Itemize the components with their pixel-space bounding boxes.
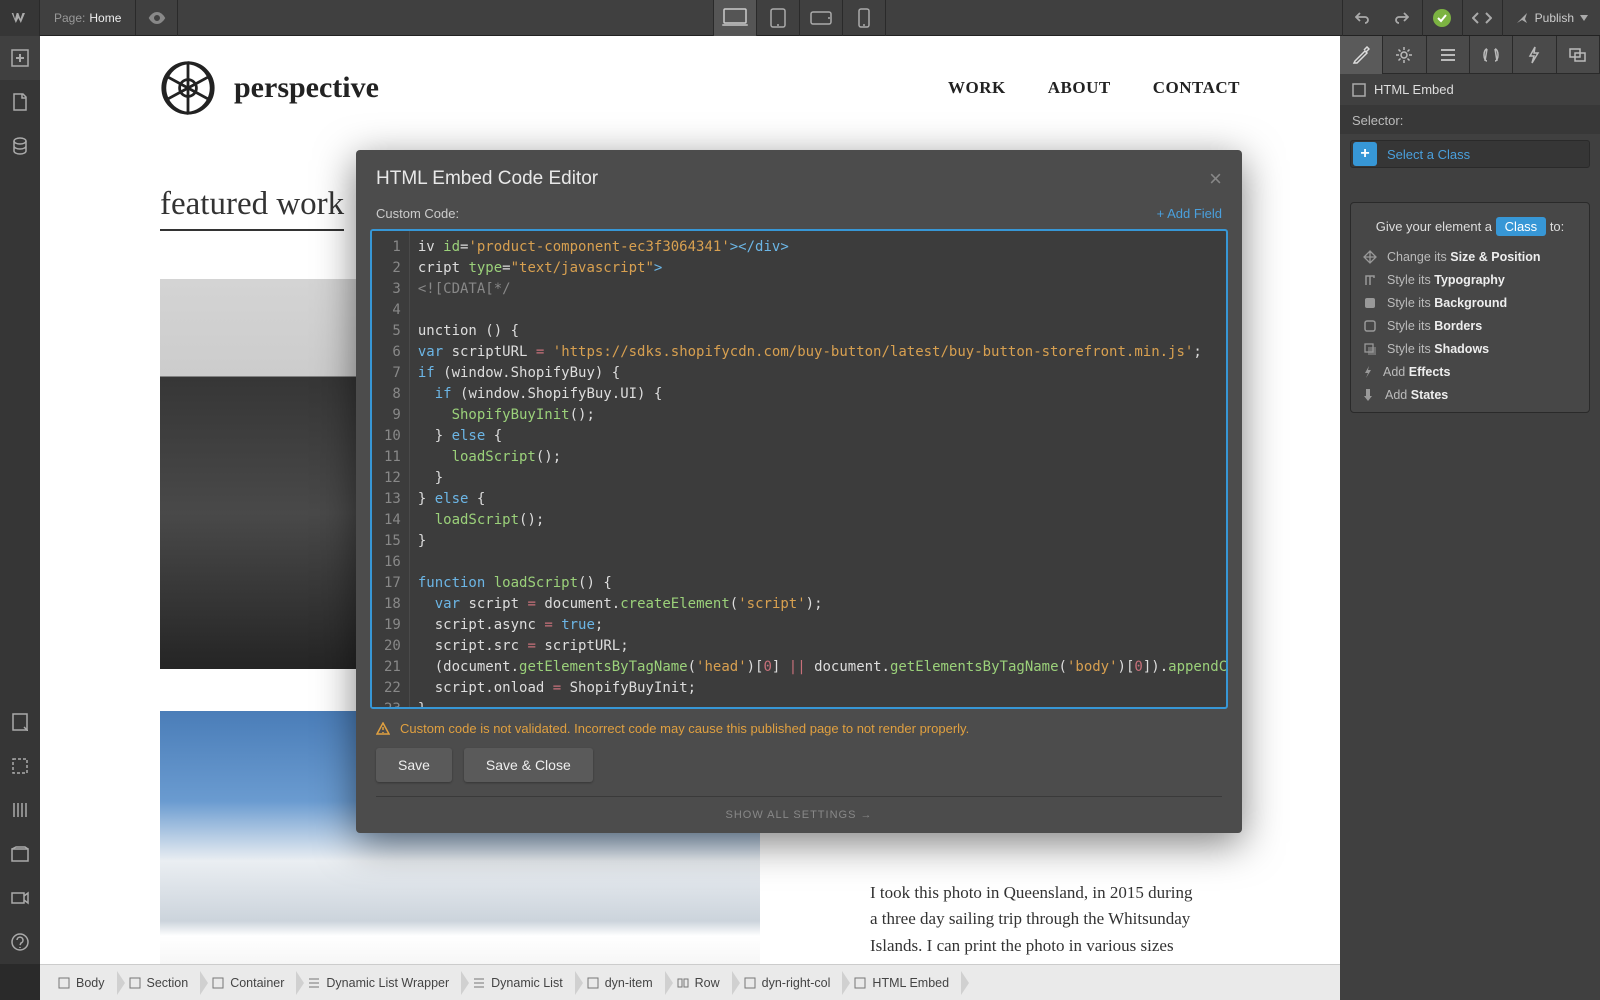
hint-states: Add States [1363,388,1577,402]
breadcrumb: Body Section Container Dynamic List Wrap… [40,964,1340,1000]
device-switcher [714,0,886,35]
select-class-placeholder: Select a Class [1387,147,1470,162]
device-desktop[interactable] [713,0,757,36]
right-panel: HTML Embed Selector: + Select a Class Gi… [1340,36,1600,1000]
bc-body[interactable]: Body [48,971,119,995]
add-element-button[interactable] [0,36,40,80]
nav-work[interactable]: WORK [948,78,1006,98]
tab-settings[interactable] [1383,36,1426,74]
bc-container[interactable]: Container [202,971,298,995]
validation-warning: Custom code is not validated. Incorrect … [356,709,1242,748]
bc-dyn-item[interactable]: dyn-item [577,971,667,995]
help-button[interactable] [0,920,40,964]
assets-button[interactable] [0,832,40,876]
selector-label: Selector: [1340,105,1600,134]
device-phone[interactable] [842,0,886,36]
nav-about[interactable]: ABOUT [1048,78,1111,98]
class-hints-card: Give your element a Class to: Change its… [1350,202,1590,413]
status-check[interactable] [1422,0,1462,36]
bc-section[interactable]: Section [119,971,203,995]
page-name: Home [89,11,121,25]
redo-button[interactable] [1382,0,1422,36]
modal-title: HTML Embed Code Editor [376,168,598,190]
top-toolbar: Page: Home Publish [0,0,1600,36]
bc-dlw[interactable]: Dynamic List Wrapper [298,971,463,995]
tab-style[interactable] [1340,36,1383,74]
line-gutter: 1234567891011121314151617181920212223 [372,231,410,709]
code-content[interactable]: iv id='product-component-ec3f3064341'></… [410,231,1226,709]
tab-styles-manager[interactable] [1470,36,1513,74]
modal-close-button[interactable]: × [1209,166,1222,192]
main-nav: WORK ABOUT CONTACT [948,78,1240,98]
topbar-left: Page: Home [0,0,178,35]
class-hints-heading: Give your element a Class to: [1363,217,1577,236]
pages-button[interactable] [0,80,40,124]
code-editor[interactable]: 1234567891011121314151617181920212223 iv… [370,229,1228,709]
site-header: perspective WORK ABOUT CONTACT [40,36,1340,136]
warning-text: Custom code is not validated. Incorrect … [400,721,969,736]
bc-drc[interactable]: dyn-right-col [734,971,845,995]
nav-contact[interactable]: CONTACT [1153,78,1240,98]
device-phone-landscape[interactable] [799,0,843,36]
tab-interactions[interactable] [1513,36,1556,74]
add-class-icon[interactable]: + [1353,142,1377,166]
custom-code-label: Custom Code: [376,206,459,221]
webflow-logo[interactable] [0,0,40,36]
hint-borders: Style its Borders [1363,319,1577,333]
code-view-button[interactable] [1462,0,1502,36]
hint-effects: Add Effects [1363,365,1577,379]
tab-assets[interactable] [1557,36,1600,74]
device-tablet[interactable] [756,0,800,36]
class-selector[interactable]: + Select a Class [1350,140,1590,168]
brand: perspective [160,60,379,116]
navigator-button[interactable] [0,700,40,744]
html-embed-modal: HTML Embed Code Editor × Custom Code: + … [356,150,1242,833]
left-toolbar [0,36,40,964]
video-button[interactable] [0,876,40,920]
hint-typography: Style its Typography [1363,273,1577,287]
hint-background: Style its Background [1363,296,1577,310]
tab-navigator[interactable] [1427,36,1470,74]
show-all-settings[interactable]: SHOW ALL SETTINGS [376,796,1222,833]
save-button[interactable]: Save [376,748,452,782]
featured-heading: featured work [160,186,344,231]
brand-logo-icon [160,60,216,116]
select-button[interactable] [0,744,40,788]
right-panel-tabs [1340,36,1600,74]
brand-name: perspective [234,71,379,105]
publish-button[interactable]: Publish [1502,0,1600,36]
preview-button[interactable] [136,0,178,36]
hint-size-position: Change its Size & Position [1363,250,1577,264]
hint-shadows: Style its Shadows [1363,342,1577,356]
publish-label: Publish [1535,11,1574,25]
grid-button[interactable] [0,788,40,832]
selected-element-label: HTML Embed [1340,74,1600,105]
topbar-right: Publish [1342,0,1600,35]
work-caption: I took this photo in Queensland, in 2015… [870,880,1200,964]
page-label-text: Page: [54,11,85,25]
bc-dl[interactable]: Dynamic List [463,971,577,995]
add-field-button[interactable]: + Add Field [1157,206,1222,221]
undo-button[interactable] [1342,0,1382,36]
bc-row[interactable]: Row [667,971,734,995]
save-close-button[interactable]: Save & Close [464,748,593,782]
bc-embed[interactable]: HTML Embed [844,971,963,995]
page-selector[interactable]: Page: Home [40,0,136,35]
cms-button[interactable] [0,124,40,168]
